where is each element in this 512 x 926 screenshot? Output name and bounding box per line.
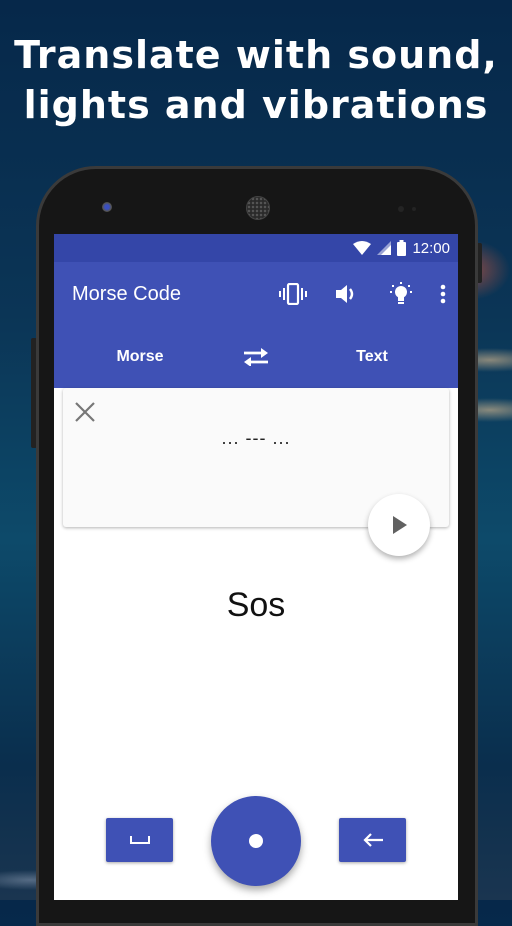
- light-button[interactable]: [374, 274, 428, 314]
- proximity-sensor: [398, 206, 404, 212]
- swap-horiz-icon: [244, 348, 268, 366]
- morse-input[interactable]: ... --- ...: [63, 428, 449, 449]
- headline-line-1: Translate with sound,: [14, 33, 498, 77]
- volume-icon: [336, 285, 354, 303]
- arrow-left-icon: [362, 833, 383, 847]
- earpiece-speaker: [246, 196, 270, 220]
- vibrate-button[interactable]: [266, 274, 320, 314]
- battery-icon: [397, 240, 407, 256]
- swap-languages-button[interactable]: [226, 348, 286, 366]
- promo-headline: Translate with sound, lights and vibrati…: [0, 30, 512, 130]
- language-bar: Morse Text: [54, 326, 458, 388]
- status-bar: 12:00: [54, 234, 458, 262]
- app-screen: 12:00 Morse Code Morse Text ... --- ... …: [54, 234, 458, 900]
- backspace-key[interactable]: [339, 818, 406, 862]
- space-bar-icon: [129, 836, 150, 844]
- signal-icon: [377, 241, 392, 255]
- dot-icon: [249, 834, 263, 848]
- space-key[interactable]: [106, 818, 173, 862]
- clear-input-button[interactable]: [73, 400, 97, 424]
- light-sensor: [412, 207, 416, 211]
- app-bar: Morse Code: [54, 262, 458, 326]
- light-bulb-icon: [390, 282, 412, 304]
- more-vert-icon: [440, 284, 446, 304]
- clock: 12:00: [412, 239, 450, 257]
- headline-line-2: lights and vibrations: [23, 83, 489, 127]
- dot-key[interactable]: [211, 796, 301, 886]
- close-icon: [75, 402, 95, 422]
- vibrate-icon: [279, 283, 307, 305]
- target-language[interactable]: Text: [286, 348, 458, 366]
- app-title: Morse Code: [72, 282, 181, 305]
- front-camera: [102, 202, 112, 212]
- wifi-icon: [353, 241, 372, 255]
- source-language[interactable]: Morse: [54, 348, 226, 366]
- play-icon: [393, 516, 407, 534]
- translated-output: Sos: [226, 586, 286, 624]
- sound-button[interactable]: [320, 274, 374, 314]
- play-button[interactable]: [368, 494, 430, 556]
- overflow-menu-button[interactable]: [428, 274, 458, 314]
